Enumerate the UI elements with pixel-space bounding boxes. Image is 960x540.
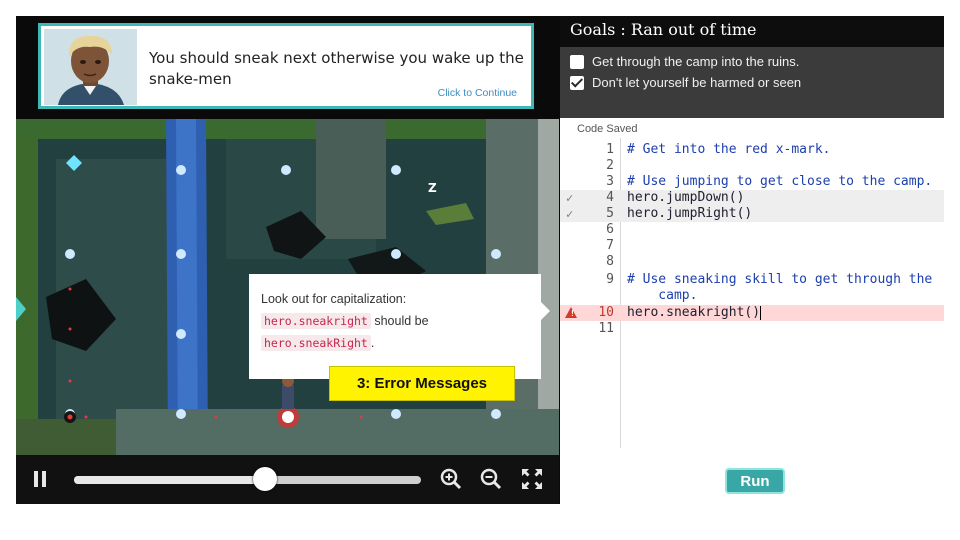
code-line[interactable]: 7 bbox=[560, 238, 944, 254]
line-number: 5 bbox=[606, 206, 614, 221]
game-window: You should sneak next otherwise you wake… bbox=[16, 16, 944, 504]
goals-panel: Goals : Ran out of time Get through the … bbox=[560, 16, 944, 118]
code-line-executed[interactable]: ✓ 4 hero.jumpDown() bbox=[560, 190, 944, 206]
line-number: 4 bbox=[606, 190, 614, 205]
code-text[interactable]: # Use jumping to get close to the camp. bbox=[627, 174, 932, 190]
goal-item[interactable]: Get through the camp into the ruins. bbox=[570, 54, 799, 69]
goals-header: Goals : Ran out of time bbox=[560, 16, 944, 47]
progress-knob[interactable] bbox=[252, 467, 277, 491]
code-line-wrap[interactable]: camp. bbox=[560, 288, 944, 304]
goal-label: Get through the camp into the ruins. bbox=[592, 54, 800, 69]
code-line[interactable]: 6 bbox=[560, 222, 944, 238]
code-line[interactable]: 9 # Use sneaking skill to get through the bbox=[560, 272, 944, 288]
line-number: 6 bbox=[606, 222, 614, 237]
hint-correction: hero.sneakright should be bbox=[261, 313, 429, 329]
character-avatar bbox=[44, 29, 137, 105]
error-warning-icon[interactable]: ! bbox=[565, 307, 577, 318]
pause-icon[interactable] bbox=[34, 471, 46, 487]
text-caret bbox=[760, 305, 762, 320]
code-editor[interactable]: Code Saved 1 # Get into the red x-mark. 2… bbox=[560, 118, 944, 455]
annotation-callout: 3: Error Messages bbox=[329, 366, 515, 401]
save-status: Code Saved bbox=[577, 123, 638, 135]
line-number: 7 bbox=[606, 238, 614, 253]
code-text[interactable]: hero.jumpRight() bbox=[627, 206, 752, 222]
line-number: 2 bbox=[606, 158, 614, 173]
hint-suggestion: hero.sneakRight. bbox=[261, 335, 375, 351]
wrong-code-chip: hero.sneakright bbox=[261, 313, 371, 329]
progress-slider[interactable] bbox=[74, 467, 421, 491]
dialog-message: You should sneak next otherwise you wake… bbox=[149, 49, 524, 88]
sleep-z-icon: Z bbox=[428, 181, 437, 195]
hint-should-be: should be bbox=[374, 314, 429, 328]
checkmark-icon: ✓ bbox=[566, 207, 574, 221]
code-line-executed[interactable]: ✓ 5 hero.jumpRight() bbox=[560, 206, 944, 222]
playback-controls bbox=[16, 455, 559, 504]
run-button[interactable]: Run bbox=[725, 468, 785, 494]
code-text[interactable]: hero.jumpDown() bbox=[627, 190, 744, 206]
line-number: 11 bbox=[598, 321, 614, 336]
progress-fill bbox=[74, 476, 265, 484]
continue-link[interactable]: Click to Continue bbox=[438, 87, 517, 99]
fullscreen-icon[interactable] bbox=[520, 467, 544, 491]
run-bar: Run bbox=[560, 455, 944, 504]
line-number: 8 bbox=[606, 254, 614, 269]
checkmark-icon: ✓ bbox=[566, 191, 574, 205]
code-line[interactable]: 11 bbox=[560, 321, 944, 337]
code-text[interactable]: # Get into the red x-mark. bbox=[627, 142, 831, 158]
code-text[interactable]: # Use sneaking skill to get through the bbox=[627, 272, 932, 288]
zoom-out-icon[interactable] bbox=[479, 467, 503, 491]
hint-heading: Look out for capitalization: bbox=[261, 292, 407, 306]
line-number: 1 bbox=[606, 142, 614, 157]
zoom-in-icon[interactable] bbox=[439, 467, 463, 491]
line-number: 9 bbox=[606, 272, 614, 287]
code-line[interactable]: 3 # Use jumping to get close to the camp. bbox=[560, 174, 944, 190]
dialog-bar: You should sneak next otherwise you wake… bbox=[16, 16, 559, 118]
goals-title: Goals : Ran out of time bbox=[570, 20, 757, 39]
error-hint-popup: Look out for capitalization: hero.sneakr… bbox=[249, 274, 550, 379]
line-number: 3 bbox=[606, 174, 614, 189]
code-text-content: hero.sneakright() bbox=[627, 305, 761, 320]
code-line[interactable]: 1 # Get into the red x-mark. bbox=[560, 142, 944, 158]
right-code-chip: hero.sneakRight bbox=[261, 335, 371, 351]
code-line[interactable]: 8 bbox=[560, 254, 944, 270]
game-canvas[interactable]: Z Look out for capitalization: hero.snea… bbox=[16, 119, 559, 455]
hint-period: . bbox=[370, 336, 375, 350]
code-text[interactable]: camp. bbox=[627, 288, 697, 304]
goal-checkbox-checked[interactable] bbox=[570, 75, 584, 90]
code-line-error[interactable]: ! 10 hero.sneakright() bbox=[560, 305, 944, 321]
dialog-box[interactable]: You should sneak next otherwise you wake… bbox=[38, 23, 534, 109]
goal-label: Don't let yourself be harmed or seen bbox=[592, 75, 802, 90]
expand-tab-arrow-icon[interactable] bbox=[16, 297, 26, 321]
line-number: 10 bbox=[598, 305, 614, 320]
code-text[interactable]: hero.sneakright() bbox=[627, 305, 762, 321]
goal-item[interactable]: Don't let yourself be harmed or seen bbox=[570, 75, 801, 90]
goal-checkbox[interactable] bbox=[570, 54, 584, 69]
code-line[interactable]: 2 bbox=[560, 158, 944, 174]
